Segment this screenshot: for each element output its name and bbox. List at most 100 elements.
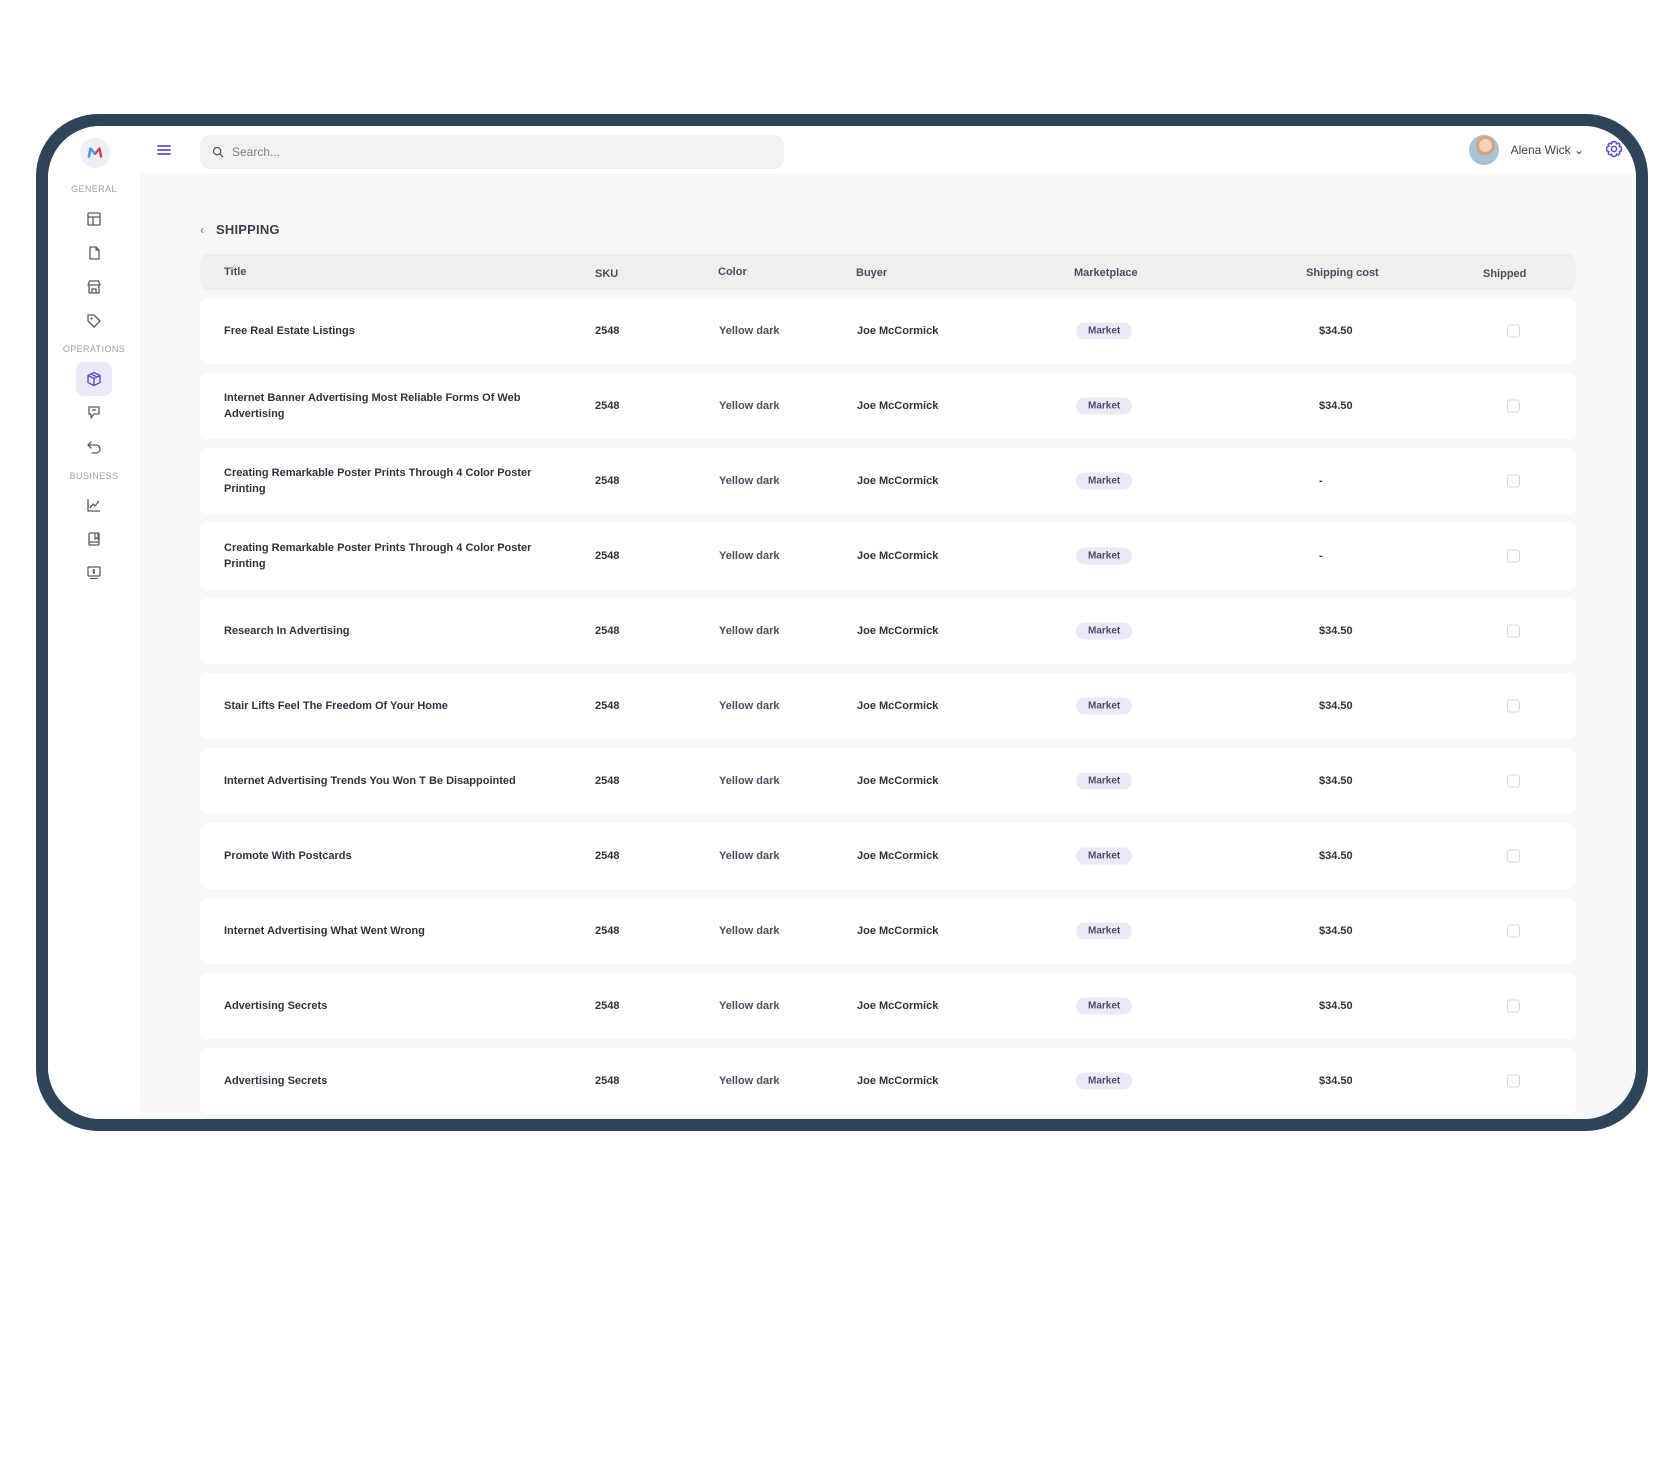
sidebar-item-documents[interactable]	[76, 236, 112, 270]
row-buyer: Joe McCormick	[857, 625, 939, 637]
section-label-business: Business	[69, 471, 119, 481]
sidebar-item-tags[interactable]	[76, 304, 112, 338]
search-bar[interactable]	[200, 135, 784, 169]
row-color: Yellow dark	[719, 400, 780, 412]
return-icon	[87, 441, 101, 454]
sidebar-item-dashboard[interactable]	[76, 202, 112, 236]
table-row[interactable]: Internet Banner Advertising Most Reliabl…	[200, 373, 1576, 439]
user-menu[interactable]: Alena Wick ⌄	[1468, 134, 1584, 166]
row-title: Internet Advertising What Went Wrong	[224, 925, 425, 937]
section-label-general: General	[71, 184, 117, 194]
row-sku: 2548	[595, 925, 620, 937]
book-icon	[88, 532, 100, 546]
table-row[interactable]: Promote With Postcards 2548 Yellow dark Joe…	[200, 823, 1576, 889]
shipped-checkbox[interactable]	[1507, 624, 1520, 638]
shipped-checkbox[interactable]	[1507, 1074, 1520, 1088]
sidebar-item-orders[interactable]	[76, 396, 112, 430]
row-shipping-cost: $34.50	[1319, 325, 1353, 337]
shipped-checkbox[interactable]	[1507, 774, 1520, 788]
page-title: SHIPPING	[216, 222, 280, 237]
back-breadcrumb[interactable]: ‹ SHIPPING	[200, 222, 280, 237]
row-title: Promote With Postcards	[224, 850, 352, 862]
row-buyer: Joe McCormick	[857, 1000, 939, 1012]
column-header-color[interactable]: Color	[718, 266, 747, 278]
layout-icon	[87, 212, 101, 226]
table-row[interactable]: Internet Advertising Trends You Won T Be…	[200, 748, 1576, 814]
row-shipping-cost: $34.50	[1319, 850, 1353, 862]
app-screen: General Operations Busine	[48, 126, 1636, 1119]
table-row[interactable]: Advertising Secrets 2548 Yellow dark Joe Mc…	[200, 1048, 1576, 1114]
shipped-checkbox[interactable]	[1507, 999, 1520, 1013]
row-sku: 2548	[595, 400, 620, 412]
row-buyer: Joe McCormick	[857, 775, 939, 787]
sidebar-item-store[interactable]	[76, 270, 112, 304]
store-icon	[87, 280, 101, 294]
search-input[interactable]	[230, 144, 754, 160]
column-header-sku[interactable]: SKU	[595, 268, 618, 280]
row-color: Yellow dark	[719, 925, 780, 937]
row-shipping-cost: -	[1319, 550, 1323, 562]
table-row[interactable]: Creating Remarkable Poster Prints Throug…	[200, 448, 1576, 514]
marketplace-badge: Market	[1076, 472, 1133, 490]
shipped-checkbox[interactable]	[1507, 474, 1520, 488]
shipped-checkbox[interactable]	[1507, 849, 1520, 863]
row-sku: 2548	[595, 850, 620, 862]
row-color: Yellow dark	[719, 475, 780, 487]
shipped-checkbox[interactable]	[1507, 399, 1520, 413]
row-buyer: Joe McCormick	[857, 925, 939, 937]
row-color: Yellow dark	[719, 1075, 780, 1087]
logo-icon	[87, 147, 103, 158]
shipped-checkbox[interactable]	[1507, 699, 1520, 713]
chevron-left-icon: ‹	[200, 222, 204, 237]
app-logo[interactable]	[80, 138, 110, 168]
marketplace-badge: Market	[1076, 547, 1133, 565]
column-header-shipped[interactable]: Shipped	[1483, 268, 1526, 280]
marketplace-badge: Market	[1076, 847, 1133, 865]
row-shipping-cost: $34.50	[1319, 700, 1353, 712]
row-title: Creating Remarkable Poster Prints Throug…	[224, 542, 532, 570]
row-buyer: Joe McCormick	[857, 700, 939, 712]
row-sku: 2548	[595, 625, 620, 637]
column-header-title[interactable]: Title	[224, 266, 246, 278]
sidebar-item-shipping[interactable]	[76, 362, 112, 396]
shipped-checkbox[interactable]	[1507, 924, 1520, 938]
table-row[interactable]: Stair Lifts Feel The Freedom Of Your Hom…	[200, 673, 1576, 739]
settings-button[interactable]	[1604, 139, 1624, 159]
table-row[interactable]: Advertising Secrets 2548 Yellow dark Joe Mc…	[200, 973, 1576, 1039]
marketplace-badge: Market	[1076, 322, 1133, 340]
table-row[interactable]: Research In Advertising 2548 Yellow dark Jo…	[200, 598, 1576, 664]
top-bar: Alena Wick ⌄	[140, 126, 1636, 174]
sidebar-item-analytics[interactable]	[76, 488, 112, 522]
row-sku: 2548	[595, 475, 620, 487]
row-shipping-cost: $34.50	[1319, 1075, 1353, 1087]
row-buyer: Joe McCormick	[857, 850, 939, 862]
device-frame: General Operations Busine	[36, 114, 1648, 1131]
table-row[interactable]: Creating Remarkable Poster Prints Throug…	[200, 523, 1576, 589]
user-name: Alena Wick ⌄	[1510, 143, 1584, 157]
row-buyer: Joe McCormick	[857, 1075, 939, 1087]
receipt-icon	[88, 406, 100, 419]
row-shipping-cost: $34.50	[1319, 1000, 1353, 1012]
table-row[interactable]: Free Real Estate Listings 2548 Yellow dark…	[200, 298, 1576, 364]
shipped-checkbox[interactable]	[1507, 324, 1520, 338]
sidebar-item-returns[interactable]	[76, 430, 112, 464]
row-shipping-cost: $34.50	[1319, 625, 1353, 637]
row-title: Free Real Estate Listings	[224, 325, 355, 337]
row-color: Yellow dark	[719, 850, 780, 862]
marketplace-badge: Market	[1076, 397, 1133, 415]
row-sku: 2548	[595, 550, 620, 562]
row-buyer: Joe McCormick	[857, 550, 939, 562]
row-color: Yellow dark	[719, 1000, 780, 1012]
row-title: Creating Remarkable Poster Prints Throug…	[224, 467, 532, 495]
column-header-buyer[interactable]: Buyer	[856, 267, 887, 279]
search-icon	[212, 146, 224, 158]
table-row[interactable]: Internet Advertising What Went Wrong 2548…	[200, 898, 1576, 964]
column-header-shipping-cost[interactable]: Shipping cost	[1306, 267, 1379, 279]
shipped-checkbox[interactable]	[1507, 549, 1520, 563]
menu-toggle-button[interactable]	[154, 140, 174, 160]
row-shipping-cost: $34.50	[1319, 925, 1353, 937]
hamburger-icon	[157, 145, 171, 155]
sidebar-item-billing[interactable]	[76, 556, 112, 590]
column-header-marketplace[interactable]: Marketplace	[1074, 267, 1138, 279]
sidebar-item-catalog[interactable]	[76, 522, 112, 556]
